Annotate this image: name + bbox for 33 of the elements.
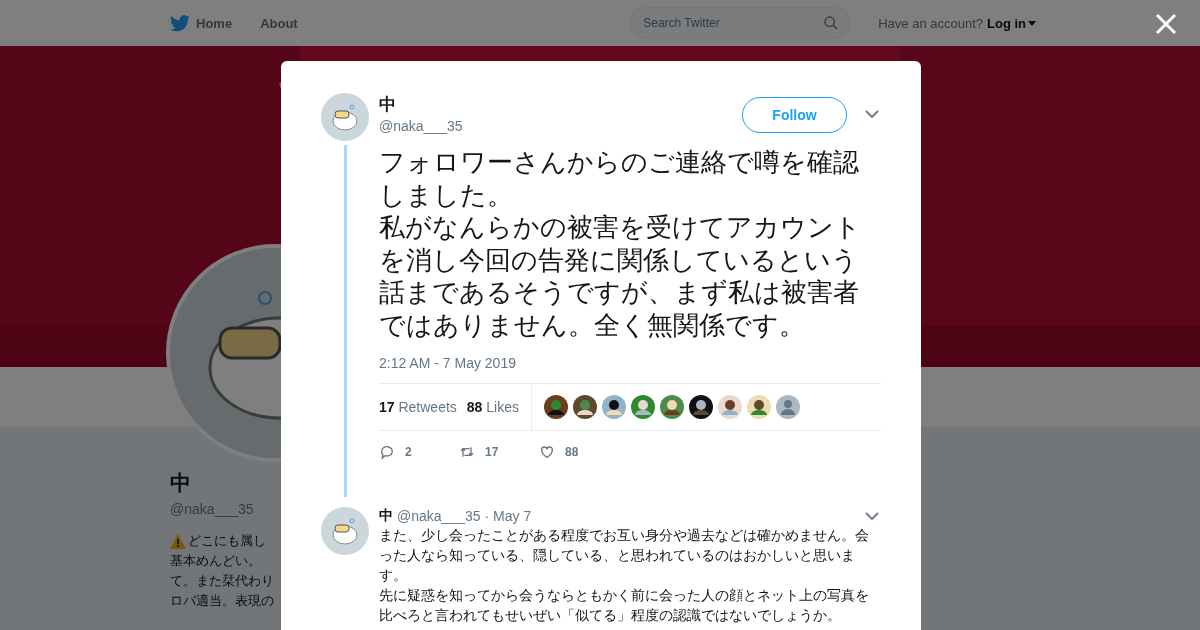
bio-line: 基本めんどい。 (170, 552, 261, 570)
reply-button[interactable]: 2 (379, 444, 459, 460)
profile-handle: @naka___35 (170, 501, 254, 517)
reply-text: 先に疑惑を知ってから会うならともかく前に会った人の顔とネット上の写真を比べろと言われてもせいぜい「似てる」程度の認識ではないでしょうか。 (379, 586, 870, 625)
user-handle: @naka___35 (397, 508, 481, 524)
like-button[interactable]: 88 (539, 444, 619, 460)
stat-count[interactable]: 17 Retweets (379, 399, 457, 415)
nav-link[interactable]: Home (170, 14, 233, 32)
account-prompt: Have an account? (878, 15, 983, 31)
stat-count[interactable]: 88 Likes (466, 399, 519, 415)
caret-icon (1028, 20, 1036, 26)
retweet-button[interactable]: 17 (459, 444, 539, 460)
search-icon (823, 15, 840, 31)
close-icon (1154, 12, 1178, 36)
bio-line: て。また栞代わり (170, 572, 274, 590)
reply-icon (379, 444, 395, 460)
retweet-icon (459, 444, 475, 460)
user-name: 中 (379, 507, 393, 525)
search-field[interactable]: Search Twitter (630, 7, 851, 39)
bio-line: どこにも属し (170, 531, 266, 551)
tweet-date: · May 7 (484, 508, 532, 524)
bio-line: ロバ適当。表現の (170, 592, 274, 610)
bird-icon (170, 14, 190, 32)
profile-name: 中 (170, 470, 191, 497)
heart-icon (539, 444, 555, 460)
warning-icon (170, 533, 186, 549)
default-avatar-icon[interactable] (776, 395, 800, 419)
reply-text: また、少し会ったことがある程度でお互い身分や過去などは確かめません。会った人なら知っている、隠している、と思われているのはおかしいと思います。 (379, 526, 870, 585)
chevron-down-icon[interactable] (865, 509, 879, 523)
close-button[interactable] (1154, 12, 1178, 36)
login-link[interactable]: Log in (987, 15, 1036, 31)
avatar-icon (321, 507, 369, 555)
nav-link[interactable]: About (260, 15, 298, 31)
